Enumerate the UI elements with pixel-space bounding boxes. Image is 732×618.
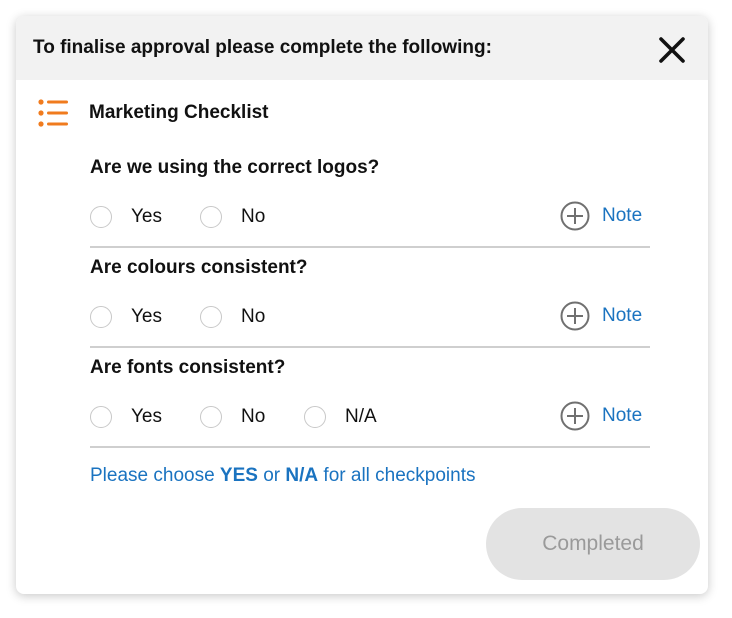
- note-label: Note: [602, 305, 643, 326]
- close-icon: [659, 37, 685, 63]
- note-label: Note: [602, 205, 643, 226]
- note-label: Note: [602, 405, 643, 426]
- radio-button[interactable]: [90, 306, 112, 328]
- radio-button[interactable]: [200, 406, 222, 428]
- option-label: N/A: [345, 406, 377, 427]
- radio-button[interactable]: [304, 406, 326, 428]
- option-label: No: [241, 406, 266, 427]
- plus-circle-icon: [560, 301, 590, 331]
- hint-text: for all checkpoints: [318, 465, 476, 486]
- option-label: Yes: [131, 406, 162, 427]
- option-label: Yes: [131, 306, 162, 327]
- add-note-button[interactable]: Note: [560, 401, 643, 431]
- radio-option-no[interactable]: No: [200, 204, 265, 230]
- divider: [90, 446, 650, 448]
- radio-button[interactable]: [90, 206, 112, 228]
- add-note-button[interactable]: Note: [560, 301, 643, 331]
- radio-button[interactable]: [200, 206, 222, 228]
- hint-text: or: [257, 465, 286, 486]
- question-label: Are we using the correct logos?: [90, 157, 380, 178]
- radio-option-na[interactable]: N/A: [304, 404, 377, 430]
- divider: [90, 346, 650, 348]
- radio-option-yes[interactable]: Yes: [90, 204, 162, 230]
- add-note-button[interactable]: Note: [560, 201, 643, 231]
- completed-button[interactable]: Completed: [486, 508, 700, 580]
- dialog-title: To finalise approval please complete the…: [33, 37, 492, 58]
- question-label: Are fonts consistent?: [90, 357, 286, 378]
- approval-dialog: To finalise approval please complete the…: [16, 16, 708, 594]
- section-title: Marketing Checklist: [89, 102, 269, 123]
- close-button[interactable]: [656, 34, 688, 66]
- radio-button[interactable]: [90, 406, 112, 428]
- radio-option-yes[interactable]: Yes: [90, 404, 162, 430]
- list-icon: [38, 99, 68, 127]
- option-label: No: [241, 306, 266, 327]
- question-label: Are colours consistent?: [90, 257, 308, 278]
- divider: [90, 246, 650, 248]
- radio-option-yes[interactable]: Yes: [90, 304, 162, 330]
- hint-yes: YES: [219, 465, 258, 486]
- plus-circle-icon: [560, 401, 590, 431]
- hint-text: Please choose: [90, 465, 220, 486]
- radio-option-no[interactable]: No: [200, 404, 265, 430]
- plus-circle-icon: [560, 201, 590, 231]
- hint-na: N/A: [285, 465, 319, 486]
- radio-option-no[interactable]: No: [200, 304, 265, 330]
- validation-hint: Please choose YES or N/A for all checkpo…: [90, 465, 476, 487]
- option-label: No: [241, 206, 266, 227]
- option-label: Yes: [131, 206, 162, 227]
- dialog-header: To finalise approval please complete the…: [16, 16, 708, 80]
- radio-button[interactable]: [200, 306, 222, 328]
